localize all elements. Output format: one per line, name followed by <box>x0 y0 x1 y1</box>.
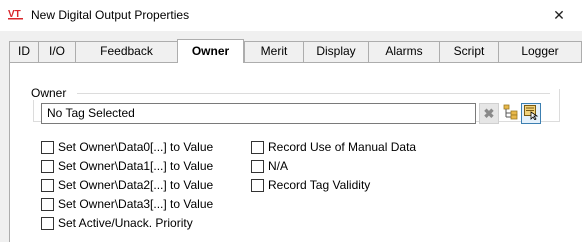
select-tag-button[interactable] <box>521 103 541 124</box>
select-tag-icon <box>523 104 539 123</box>
checkbox-box[interactable] <box>41 216 54 230</box>
tab-strip: ID I/O Feedback Owner Merit Display Alar… <box>9 39 582 63</box>
checkbox-box[interactable] <box>41 140 54 154</box>
close-button[interactable]: ✕ <box>536 0 582 31</box>
owner-tag-field[interactable]: No Tag Selected <box>41 103 476 124</box>
tag-tree-button[interactable] <box>501 103 521 124</box>
checkbox-label: Record Use of Manual Data <box>268 140 417 154</box>
title-bar: VT New Digital Output Properties ✕ <box>0 0 582 31</box>
checkbox-label: Set Owner\Data0[...] to Value <box>58 140 214 154</box>
checkbox-label: Record Tag Validity <box>268 178 371 192</box>
tab-owner[interactable]: Owner <box>177 39 244 63</box>
set-active-unack-priority-checkbox[interactable]: Set Active/Unack. Priority <box>41 216 193 230</box>
checkbox-box[interactable] <box>251 140 264 154</box>
checkbox-label: Set Active/Unack. Priority <box>58 216 193 230</box>
tab-feedback[interactable]: Feedback <box>75 41 178 62</box>
tab-merit[interactable]: Merit <box>244 41 304 62</box>
tab-io[interactable]: I/O <box>38 41 76 62</box>
checkbox-box[interactable] <box>41 178 54 192</box>
owner-group-label: Owner <box>30 86 68 100</box>
clear-icon: ✖ <box>483 105 495 121</box>
tab-logger[interactable]: Logger <box>498 41 582 62</box>
set-owner-data1-checkbox[interactable]: Set Owner\Data1[...] to Value <box>41 159 213 173</box>
set-owner-data2-checkbox[interactable]: Set Owner\Data2[...] to Value <box>41 178 213 192</box>
set-owner-data3-checkbox[interactable]: Set Owner\Data3[...] to Value <box>41 197 213 211</box>
checkbox-box[interactable] <box>41 159 54 173</box>
na-checkbox[interactable]: N/A <box>251 159 288 173</box>
checkbox-label: Set Owner\Data3[...] to Value <box>58 197 214 211</box>
tag-tree-icon <box>503 104 519 123</box>
checkbox-label: N/A <box>268 159 289 173</box>
checkbox-label: Set Owner\Data2[...] to Value <box>58 178 214 192</box>
tab-script[interactable]: Script <box>439 41 499 62</box>
checkbox-label: Set Owner\Data1[...] to Value <box>58 159 214 173</box>
tab-id[interactable]: ID <box>9 41 39 62</box>
dialog-window: VT New Digital Output Properties ✕ ID I/… <box>0 0 582 242</box>
tab-alarms[interactable]: Alarms <box>368 41 440 62</box>
record-use-of-manual-data-checkbox[interactable]: Record Use of Manual Data <box>251 140 416 154</box>
close-icon: ✕ <box>553 7 565 23</box>
record-tag-validity-checkbox[interactable]: Record Tag Validity <box>251 178 370 192</box>
checkbox-box[interactable] <box>41 197 54 211</box>
clear-tag-button[interactable]: ✖ <box>479 103 499 124</box>
set-owner-data0-checkbox[interactable]: Set Owner\Data0[...] to Value <box>41 140 213 154</box>
tab-display[interactable]: Display <box>303 41 369 62</box>
checkbox-box[interactable] <box>251 178 264 192</box>
checkbox-box[interactable] <box>251 159 264 173</box>
group-border <box>77 93 550 94</box>
window-title: New Digital Output Properties <box>31 8 190 22</box>
vt-app-icon: VT <box>8 7 24 21</box>
